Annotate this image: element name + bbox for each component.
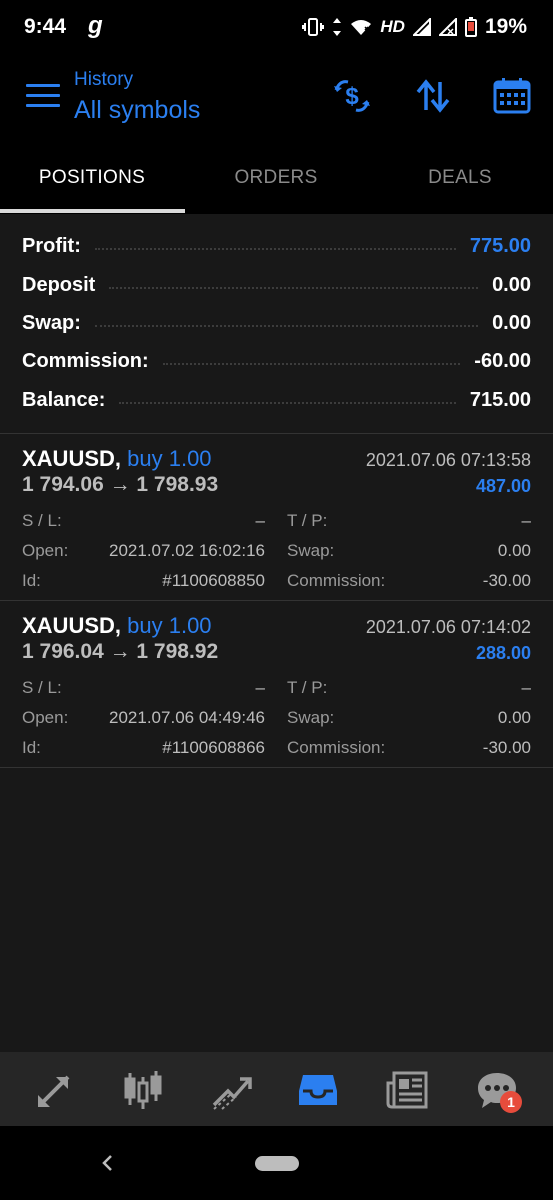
hd-indicator: HD: [380, 17, 405, 36]
profit-value: 775.00: [469, 234, 531, 257]
position-close-time: 2021.07.06 07:14:02: [365, 617, 531, 637]
status-icons: HD 19%: [302, 15, 527, 39]
tp-label: T / P:: [287, 511, 328, 530]
svg-text:$: $: [345, 83, 359, 110]
quotes-icon[interactable]: [34, 1069, 76, 1111]
news-icon[interactable]: [386, 1069, 428, 1111]
id-value: #1100608866: [162, 738, 265, 757]
commission-label: Commission:: [287, 571, 386, 590]
swap-value: 0.00: [497, 541, 531, 560]
sort-icon[interactable]: [413, 76, 453, 116]
id-value: #1100608850: [162, 571, 265, 590]
deposit-value: 0.00: [492, 273, 531, 296]
swap-label: Swap:: [22, 311, 81, 334]
commission-label: Commission:: [287, 738, 386, 757]
balance-value: 715.00: [469, 388, 531, 411]
tab-bar: POSITIONS ORDERS DEALS: [0, 142, 553, 214]
open-value: 2021.07.02 16:02:16: [109, 541, 265, 560]
calendar-icon[interactable]: [492, 76, 532, 116]
id-label: Id:: [22, 571, 41, 590]
signal-x-icon: [438, 18, 457, 36]
divider: [0, 767, 553, 768]
position-profit: 487.00: [475, 476, 531, 496]
summary-balance: Balance: 715.00: [22, 381, 531, 419]
position-symbol: XAUUSD, buy 1.00: [22, 613, 212, 638]
dotted-leader: [94, 325, 479, 327]
chart-icon[interactable]: [122, 1069, 164, 1111]
tab-orders[interactable]: ORDERS: [184, 142, 368, 214]
menu-icon[interactable]: [26, 84, 60, 112]
battery-low-icon: [464, 17, 477, 37]
tab-deals[interactable]: DEALS: [368, 142, 552, 214]
sl-label: S / L:: [22, 511, 62, 530]
bottom-navigation: [0, 1052, 553, 1126]
profit-label: Profit:: [22, 234, 81, 257]
currency-exchange-icon[interactable]: $: [332, 76, 372, 116]
wifi-icon: [351, 20, 372, 35]
header-title[interactable]: All symbols: [74, 96, 200, 125]
trade-icon[interactable]: [210, 1069, 252, 1111]
vibrate-icon: [302, 18, 325, 36]
open-label: Open:: [22, 541, 69, 560]
swap-value: 0.00: [497, 708, 531, 727]
position-row[interactable]: XAUUSD, buy 1.00 2021.07.06 07:13:58 1 7…: [0, 434, 553, 601]
tp-value: –: [521, 678, 531, 697]
position-prices: 1 796.04 → 1 798.92: [22, 640, 219, 663]
commission-label: Commission:: [22, 349, 149, 372]
signal-icon: [412, 18, 431, 36]
position-row[interactable]: XAUUSD, buy 1.00 2021.07.06 07:14:02 1 7…: [0, 601, 553, 768]
sl-value: –: [255, 678, 265, 697]
battery-percent: 19%: [484, 15, 527, 38]
dotted-leader: [119, 402, 456, 404]
back-icon[interactable]: [96, 1148, 120, 1178]
chat-notification-badge: 1: [500, 1091, 522, 1113]
system-navigation-bar: [0, 1126, 553, 1200]
deposit-label: Deposit: [22, 273, 96, 296]
commission-value: -30.00: [482, 738, 531, 757]
home-button[interactable]: [255, 1156, 299, 1171]
swap-label: Swap:: [287, 541, 335, 560]
status-bar: 9:44 g HD 19%: [0, 0, 553, 56]
dotted-leader: [109, 287, 479, 289]
tp-value: –: [521, 511, 531, 530]
position-profit: 288.00: [475, 643, 531, 663]
tp-label: T / P:: [287, 678, 328, 697]
id-label: Id:: [22, 738, 41, 757]
history-icon[interactable]: [297, 1069, 339, 1111]
status-time: 9:44: [24, 15, 67, 38]
position-close-time: 2021.07.06 07:13:58: [365, 450, 531, 470]
tab-positions[interactable]: POSITIONS: [0, 142, 184, 214]
position-type: buy 1.00: [127, 613, 212, 638]
active-tab-indicator: [0, 209, 185, 213]
sl-label: S / L:: [22, 678, 62, 697]
summary-commission: Commission: -60.00: [22, 342, 531, 380]
sl-value: –: [255, 511, 265, 530]
open-value: 2021.07.06 04:49:46: [109, 708, 265, 727]
open-label: Open:: [22, 708, 69, 727]
commission-value: -60.00: [474, 349, 531, 372]
swap-value: 0.00: [492, 311, 531, 334]
summary-profit: Profit: 775.00: [22, 227, 531, 265]
commission-value: -30.00: [482, 571, 531, 590]
g-notification-icon: g: [88, 12, 103, 39]
swap-label: Swap:: [287, 708, 335, 727]
position-type: buy 1.00: [127, 446, 212, 471]
dotted-leader: [162, 363, 461, 365]
position-prices: 1 794.06 → 1 798.93: [22, 473, 219, 496]
balance-label: Balance:: [22, 388, 106, 411]
app-header: History All symbols $: [0, 56, 553, 142]
summary-swap: Swap: 0.00: [22, 304, 531, 342]
dotted-leader: [94, 248, 456, 250]
summary-deposit: Deposit 0.00: [22, 266, 531, 304]
header-subtitle: History: [74, 69, 134, 90]
position-symbol: XAUUSD, buy 1.00: [22, 446, 212, 471]
data-arrows-icon: [333, 18, 342, 36]
